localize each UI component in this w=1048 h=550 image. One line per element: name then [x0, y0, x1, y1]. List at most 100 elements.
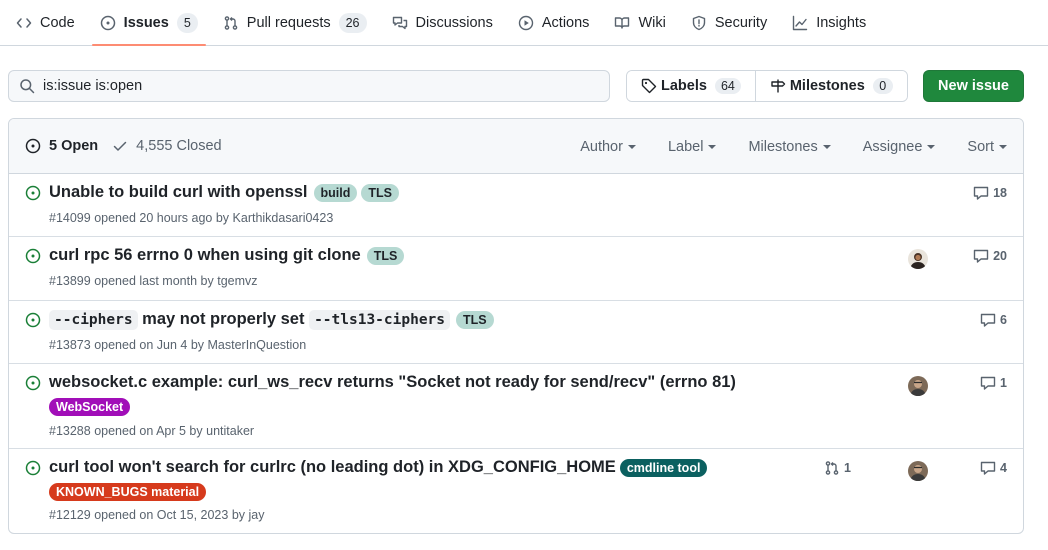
issue-title[interactable]: curl rpc 56 errno 0 when using git clone	[49, 246, 361, 265]
issue-title-line: curl tool won't search for curlrc (no le…	[49, 458, 708, 477]
chevron-down-icon	[927, 144, 936, 149]
assignee-avatar[interactable]	[908, 376, 928, 396]
issue-opened-text: opened last month by	[94, 274, 214, 288]
labels-counter: 64	[714, 78, 741, 94]
chevron-down-icon	[822, 144, 831, 149]
comments-link[interactable]: 1	[980, 375, 1007, 391]
tab-wiki[interactable]: Wiki	[606, 0, 673, 45]
tab-issues-label: Issues	[123, 14, 169, 31]
issue-title[interactable]: curl tool won't search for curlrc (no le…	[49, 458, 616, 477]
issue-number: #12129	[49, 508, 91, 522]
check-icon	[112, 138, 128, 154]
issue-opened-icon	[100, 15, 116, 31]
issue-labels-line: KNOWN_BUGS material	[45, 483, 207, 501]
new-issue-button[interactable]: New issue	[923, 70, 1024, 102]
sort-filter[interactable]: Sort	[967, 139, 1007, 155]
issue-title-line: Unable to build curl with openssl build …	[49, 183, 399, 202]
issue-number: #13899	[49, 274, 91, 288]
milestones-filter[interactable]: Milestones	[748, 139, 831, 155]
labels-button[interactable]: Labels 64	[627, 71, 755, 101]
closed-issues-filter[interactable]: 4,555 Closed	[112, 138, 222, 154]
tab-code-label: Code	[40, 14, 75, 31]
git-pull-request-icon	[223, 15, 239, 31]
issue-opened-text: opened on Oct 15, 2023 by	[94, 508, 246, 522]
issue-row: Unable to build curl with openssl build …	[9, 174, 1023, 237]
issue-labels-line: WebSocket	[45, 398, 131, 416]
issue-opened-icon	[25, 460, 41, 476]
assignee-avatar[interactable]	[908, 461, 928, 481]
issue-label[interactable]: TLS	[361, 183, 399, 202]
tab-pull-requests[interactable]: Pull requests 26	[215, 0, 375, 45]
issue-label[interactable]: build	[313, 183, 358, 202]
label-filter-label: Label	[667, 138, 704, 155]
issue-opened-text: opened 20 hours ago by	[94, 211, 230, 225]
comment-icon	[980, 460, 996, 476]
comments-link[interactable]: 20	[973, 248, 1007, 264]
chevron-down-icon	[708, 144, 717, 149]
comments-link[interactable]: 18	[973, 185, 1007, 201]
comment-count: 18	[993, 186, 1007, 200]
issue-label[interactable]: cmdline tool	[619, 458, 708, 477]
issue-author-link[interactable]: untitaker	[206, 424, 254, 438]
comments-link[interactable]: 6	[980, 312, 1007, 328]
issue-opened-text: opened on Apr 5 by	[94, 424, 203, 438]
comment-icon	[973, 248, 989, 264]
linked-pull-requests[interactable]: 1	[824, 460, 851, 476]
label-filter[interactable]: Label	[667, 138, 717, 155]
tab-actions[interactable]: Actions	[510, 0, 598, 45]
issue-search[interactable]	[8, 70, 610, 102]
milestones-label: Milestones	[789, 78, 865, 94]
tab-discussions[interactable]: Discussions	[384, 0, 501, 45]
issue-title[interactable]: --ciphers may not properly set --tls13-c…	[49, 310, 451, 330]
tab-issues[interactable]: Issues 5	[91, 0, 206, 46]
issue-author-link[interactable]: tgemvz	[217, 274, 257, 288]
issue-author-link[interactable]: Karthikdasari0423	[233, 211, 334, 225]
assignee-filter-label: Assignee	[862, 138, 923, 155]
tab-security[interactable]: Security	[683, 0, 775, 45]
tab-discussions-label: Discussions	[415, 14, 493, 31]
issue-label[interactable]: WebSocket	[49, 398, 131, 416]
shield-icon	[691, 15, 707, 31]
issue-label[interactable]: TLS	[366, 246, 405, 265]
code-ciphers: --ciphers	[49, 310, 138, 330]
author-filter[interactable]: Author	[580, 139, 636, 155]
comment-count: 20	[993, 249, 1007, 263]
filter-bar: Author Label Milestones Assignee Sort	[548, 119, 1007, 174]
search-input[interactable]	[43, 78, 583, 94]
issue-opened-icon	[25, 248, 41, 264]
issue-title[interactable]: websocket.c example: curl_ws_recv return…	[49, 373, 736, 392]
issue-author-link[interactable]: MasterInQuestion	[208, 338, 307, 352]
comment-icon	[980, 375, 996, 391]
tab-actions-label: Actions	[541, 14, 590, 31]
book-icon	[614, 15, 630, 31]
assignee-filter[interactable]: Assignee	[863, 139, 936, 155]
open-count-label: 5 Open	[49, 138, 99, 154]
issue-label[interactable]: KNOWN_BUGS material	[49, 483, 207, 501]
tab-insights[interactable]: Insights	[784, 0, 874, 45]
chevron-down-icon	[999, 144, 1007, 149]
pull-requests-counter: 26	[338, 12, 367, 33]
issue-title-text: may not properly set	[142, 310, 305, 328]
issue-meta: #13873 opened on Jun 4 by MasterInQuesti…	[49, 338, 306, 352]
issue-opened-text: opened on Jun 4 by	[94, 338, 205, 352]
milestones-button[interactable]: Milestones 0	[754, 71, 907, 101]
open-issues-filter[interactable]: 5 Open	[25, 138, 98, 154]
issue-row: websocket.c example: curl_ws_recv return…	[9, 364, 1023, 449]
comments-link[interactable]: 4	[980, 460, 1007, 476]
labels-label: Labels	[661, 78, 707, 94]
issue-number: #14099	[49, 211, 91, 225]
assignee-avatar[interactable]	[908, 249, 928, 269]
tab-code[interactable]: Code	[8, 0, 83, 45]
issue-author-link[interactable]: jay	[249, 508, 265, 522]
issues-counter: 5	[176, 12, 198, 33]
issue-row: --ciphers may not properly set --tls13-c…	[9, 301, 1023, 364]
issue-meta: #14099 opened 20 hours ago by Karthikdas…	[49, 211, 333, 225]
comment-count: 4	[1000, 461, 1007, 475]
tab-pull-requests-label: Pull requests	[246, 14, 331, 31]
comment-count: 1	[1000, 376, 1007, 390]
play-icon	[518, 15, 534, 31]
issue-title[interactable]: Unable to build curl with openssl	[49, 183, 308, 202]
issue-meta: #13288 opened on Apr 5 by untitaker	[49, 424, 254, 438]
comment-discussion-icon	[392, 15, 408, 31]
issue-label[interactable]: TLS	[456, 310, 494, 329]
